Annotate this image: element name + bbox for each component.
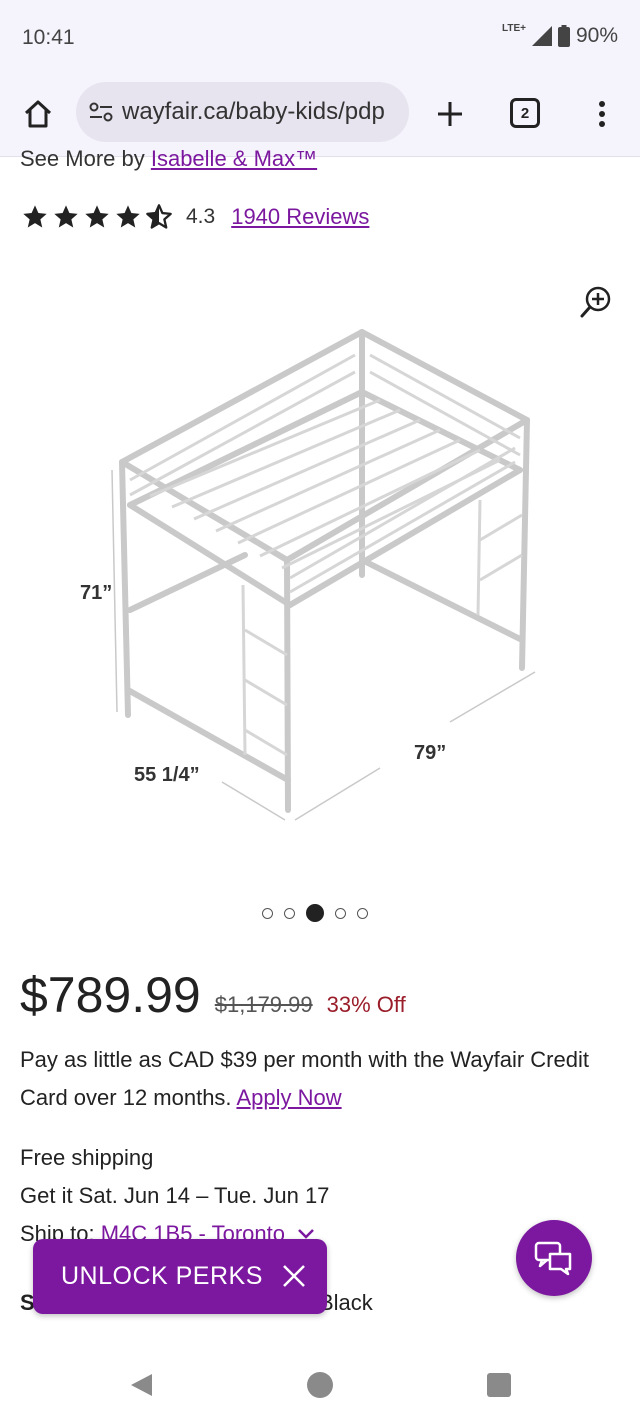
- star-full-icon: [23, 205, 47, 228]
- network-type: LTE+: [501, 22, 526, 34]
- status-time: 10:41: [22, 26, 75, 49]
- zoom-in-icon: [580, 286, 611, 318]
- price-row: $789.99 $1,179.99 33% Off: [20, 966, 406, 1024]
- discount-badge: 33% Off: [326, 992, 406, 1017]
- browser-menu-button[interactable]: [584, 94, 620, 134]
- unlock-perks-label: UNLOCK PERKS: [61, 1262, 263, 1290]
- status-bar: 10:41 LTE+ 90%: [0, 0, 640, 80]
- zoom-button[interactable]: [578, 284, 614, 320]
- unlock-perks-button[interactable]: UNLOCK PERKS: [33, 1239, 327, 1314]
- new-tab-button[interactable]: [430, 94, 470, 134]
- carousel-indicators: [262, 904, 368, 922]
- signal-icon: [531, 26, 552, 46]
- home-button[interactable]: [18, 94, 58, 134]
- carousel-dot[interactable]: [284, 907, 295, 919]
- see-more-by: See More by Isabelle & Max™: [20, 146, 317, 172]
- reviews-link[interactable]: 1940 Reviews: [231, 204, 369, 230]
- chat-icon: [534, 1241, 572, 1276]
- apply-now-link[interactable]: Apply Now: [236, 1085, 341, 1110]
- dimension-height-label: 71”: [80, 582, 113, 604]
- home-nav-icon[interactable]: [307, 1372, 333, 1398]
- star-full-icon: [85, 205, 109, 228]
- carousel-dot[interactable]: [357, 907, 368, 919]
- brand-link[interactable]: Isabelle & Max™: [151, 146, 317, 171]
- site-settings-icon[interactable]: [88, 99, 114, 125]
- rating-row: 4.3 1940 Reviews: [20, 203, 369, 231]
- chat-button[interactable]: [516, 1220, 592, 1296]
- home-icon: [24, 100, 52, 128]
- dimension-width-label: 55 1/4”: [134, 764, 200, 786]
- url-text: wayfair.ca/baby-kids/pdp: [122, 98, 385, 125]
- carousel-dot[interactable]: [335, 907, 346, 919]
- shipping-title: Free shipping: [20, 1145, 154, 1170]
- system-nav-bar: [0, 1346, 640, 1422]
- tab-switcher-button[interactable]: 2: [510, 98, 540, 128]
- rating-value: 4.3: [186, 205, 216, 228]
- color-value: Black: [319, 1290, 373, 1315]
- plus-icon: [438, 102, 462, 126]
- credit-offer: Pay as little as CAD $39 per month with …: [20, 1041, 620, 1117]
- battery-level: 90%: [575, 24, 618, 47]
- close-icon[interactable]: [279, 1261, 309, 1291]
- sale-price: $789.99: [20, 967, 201, 1023]
- back-icon[interactable]: [128, 1372, 154, 1398]
- status-icons: LTE+ 90%: [501, 22, 618, 48]
- battery-icon: [557, 25, 570, 47]
- address-bar[interactable]: wayfair.ca/baby-kids/pdp: [76, 82, 409, 142]
- carousel-dot[interactable]: [262, 907, 273, 919]
- delivery-estimate: Get it Sat. Jun 14 – Tue. Jun 17: [20, 1183, 330, 1208]
- recent-apps-icon[interactable]: [487, 1373, 511, 1397]
- star-full-icon: [116, 205, 140, 228]
- see-more-prefix: See More by: [20, 146, 151, 171]
- original-price: $1,179.99: [214, 992, 313, 1017]
- star-rating: [20, 203, 174, 231]
- dimension-length-label: 79”: [414, 742, 447, 764]
- star-half-icon: [146, 204, 172, 229]
- carousel-dot-active[interactable]: [306, 904, 324, 922]
- star-full-icon: [54, 205, 78, 228]
- more-vert-icon: [599, 101, 605, 127]
- shipping-info: Free shipping Get it Sat. Jun 14 – Tue. …: [20, 1139, 329, 1253]
